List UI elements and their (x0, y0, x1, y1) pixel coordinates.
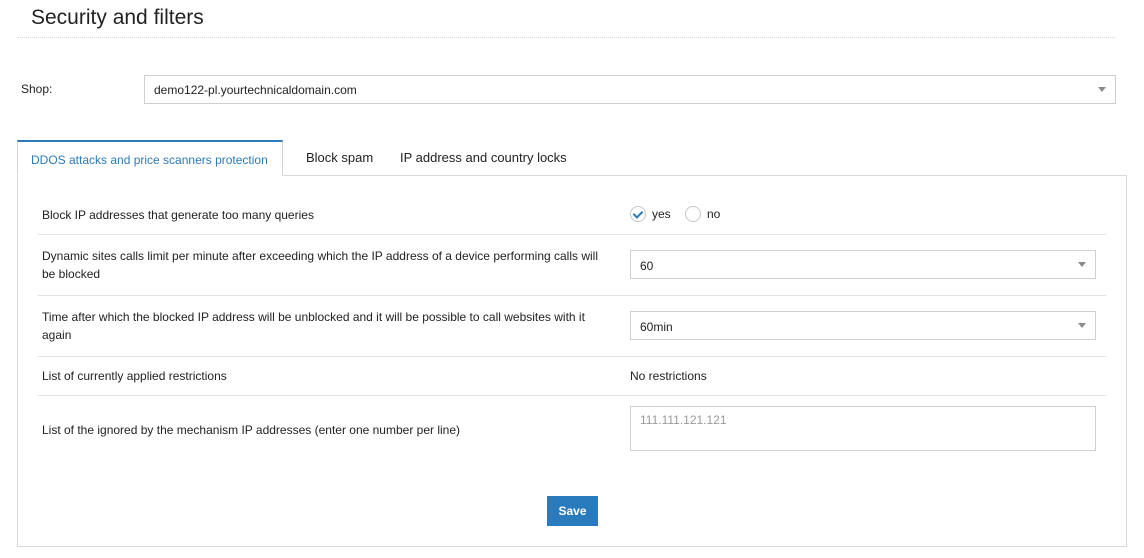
ignored-ips-label: List of the ignored by the mechanism IP … (42, 423, 461, 437)
row-divider (38, 356, 1106, 357)
block-ip-label: Block IP addresses that generate too man… (42, 208, 314, 222)
chevron-down-icon (1078, 262, 1086, 267)
restrictions-label: List of currently applied restrictions (42, 369, 227, 383)
row-divider (38, 395, 1106, 396)
page-title: Security and filters (31, 6, 204, 29)
shop-select[interactable]: demo122-pl.yourtechnicaldomain.com (144, 75, 1116, 104)
calls-limit-label: Dynamic sites calls limit per minute aft… (42, 249, 599, 281)
radio-yes-label: yes (652, 207, 671, 221)
unblock-time-value: 60min (640, 320, 673, 334)
tab-ddos-protection-label: DDOS attacks and price scanners protecti… (31, 153, 268, 167)
calls-limit-select[interactable]: 60 (630, 250, 1096, 279)
tab-ip-country-locks[interactable]: IP address and country locks (400, 150, 567, 165)
unblock-time-select[interactable]: 60min (630, 311, 1096, 340)
shop-label: Shop: (21, 82, 53, 96)
check-icon (632, 208, 644, 219)
radio-yes[interactable] (630, 206, 646, 222)
chevron-down-icon (1078, 323, 1086, 328)
row-divider (38, 234, 1106, 235)
tab-ddos-protection[interactable]: DDOS attacks and price scanners protecti… (17, 140, 283, 176)
chevron-down-icon (1098, 87, 1106, 92)
radio-no-label: no (707, 207, 721, 221)
tab-block-spam[interactable]: Block spam (306, 150, 373, 165)
title-divider (17, 37, 1115, 38)
row-divider (38, 295, 1106, 296)
restrictions-value: No restrictions (630, 369, 707, 383)
ignored-ips-textarea[interactable]: 111.111.121.121 (630, 406, 1096, 451)
calls-limit-value: 60 (640, 259, 654, 273)
radio-no[interactable] (685, 206, 701, 222)
ignored-ips-placeholder: 111.111.121.121 (640, 413, 727, 427)
save-button[interactable]: Save (547, 496, 598, 526)
shop-select-value: demo122-pl.yourtechnicaldomain.com (154, 83, 357, 97)
unblock-time-label: Time after which the blocked IP address … (42, 310, 585, 342)
settings-panel (17, 175, 1127, 547)
